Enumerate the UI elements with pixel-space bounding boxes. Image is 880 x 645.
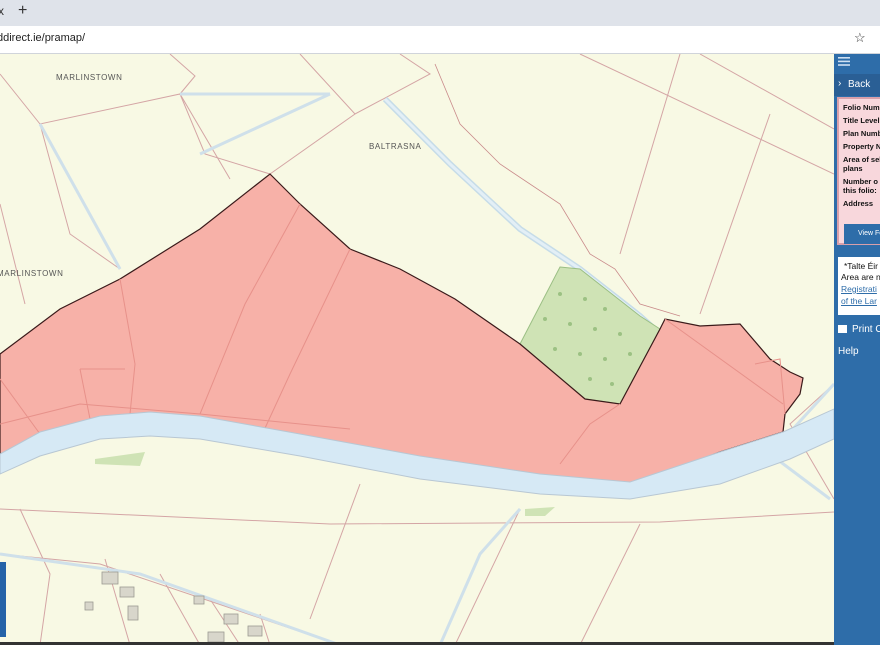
browser-tab-bar: x + — [0, 0, 880, 26]
green-patch — [95, 452, 145, 466]
place-label-marlinstown-west: MARLINSTOWN — [0, 269, 64, 278]
back-label: Back — [848, 79, 871, 90]
place-label-baltrasna: BALTRASNA — [369, 142, 422, 151]
field-this-folio: this folio: — [843, 186, 877, 195]
printer-icon — [838, 325, 847, 333]
print-label: Print O — [852, 324, 880, 335]
disclaimer-note: *Talte Éir Area are n Registrati of the … — [837, 256, 880, 316]
address-bar[interactable]: ddirect.ie/pramap/ ☆ — [0, 26, 880, 54]
land-link[interactable]: of the Lar — [841, 296, 877, 307]
folio-info-box: Folio Numb Title Level Plan Numb Propert… — [837, 97, 880, 245]
star-icon[interactable]: ☆ — [854, 30, 866, 46]
field-title-level: Title Level — [843, 116, 880, 125]
field-property-number: Property N — [843, 142, 880, 151]
hamburger-icon[interactable] — [838, 57, 850, 66]
back-button[interactable]: › Back — [834, 74, 880, 96]
field-area-plans: plans — [843, 164, 863, 173]
green-patch-2 — [525, 507, 555, 516]
place-label-marlinstown-north: MARLINSTOWN — [56, 73, 123, 82]
map-canvas[interactable]: MARLINSTOWN BALTRASNA MARLINSTOWN — [0, 54, 834, 645]
tab-close-icon[interactable]: x — [0, 4, 4, 18]
chevron-right-icon: › — [838, 78, 842, 89]
field-address: Address — [843, 199, 874, 208]
note-line-1: *Talte Éir — [844, 261, 879, 271]
print-button[interactable]: Print O — [838, 324, 880, 335]
map-zoom-control[interactable] — [0, 562, 6, 637]
field-plan-number: Plan Numb — [843, 129, 880, 138]
field-folio-number: Folio Numb — [843, 103, 880, 112]
folio-panel: › Back Folio Numb Title Level Plan Numb … — [834, 54, 880, 645]
selected-parcel[interactable] — [0, 173, 804, 487]
registration-link[interactable]: Registrati — [841, 284, 877, 295]
help-link[interactable]: Help — [838, 346, 859, 357]
field-area: Area of sel — [843, 155, 880, 164]
view-folio-button[interactable]: View Fo — [844, 224, 880, 244]
url-text[interactable]: ddirect.ie/pramap/ — [0, 32, 85, 44]
new-tab-icon[interactable]: + — [18, 2, 27, 20]
note-line-2: Area are n — [841, 272, 880, 282]
field-number-of: Number o — [843, 177, 879, 186]
